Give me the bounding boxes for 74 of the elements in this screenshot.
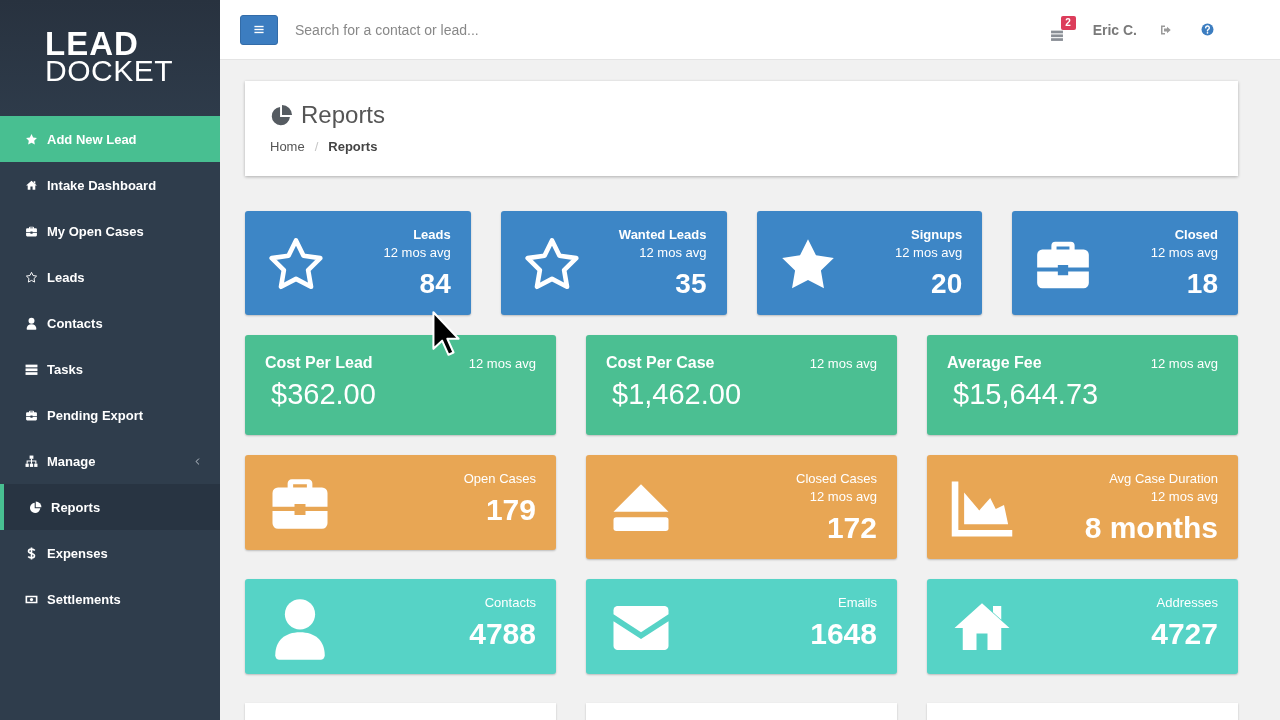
stat-value: $362.00 <box>271 377 376 412</box>
stat-value: 20 <box>931 267 963 301</box>
nav-item[interactable]: Expenses <box>0 530 220 576</box>
stat-title: Cost Per Lead <box>265 353 373 373</box>
user-menu-link[interactable]: Eric C. <box>1092 21 1137 38</box>
breadcrumb-link[interactable]: Home <box>270 139 305 154</box>
list-icon <box>25 362 38 376</box>
stat-value: 4727 <box>1151 616 1218 652</box>
logo-text: DOCKET <box>45 57 173 85</box>
breadcrumb-separator: / <box>313 139 320 154</box>
stat-title: Cost Per Case <box>606 353 715 373</box>
stat-note: 12 mos avg <box>383 244 451 262</box>
star-icon <box>25 132 38 146</box>
stat-value: $15,644.73 <box>953 377 1099 412</box>
stat-note: 12 mos avg <box>1150 244 1218 262</box>
sitemap-icon <box>25 454 38 468</box>
nav-item[interactable]: Leads <box>0 254 220 300</box>
pie-chart-icon <box>270 103 293 127</box>
stat-title: Average Fee <box>947 353 1042 373</box>
stat-note: 12 mos avg <box>809 355 877 373</box>
nav-item[interactable]: Manage <box>0 438 220 484</box>
sign-out-button[interactable] <box>1160 23 1172 36</box>
stat-title: Open Cases <box>463 470 536 488</box>
stat-note: 12 mos avg <box>639 244 707 262</box>
nav-item[interactable]: Intake Dashboard <box>0 162 220 208</box>
stat-title: Signups <box>910 226 963 244</box>
stat-value: 8 months <box>1084 510 1218 546</box>
stat-value: 35 <box>675 267 707 301</box>
help-button[interactable] <box>1201 23 1214 36</box>
user-icon <box>25 316 38 330</box>
search-field[interactable]: Search for a contact or lead... <box>295 14 715 45</box>
list-icon <box>1049 28 1064 42</box>
nav-item[interactable]: Settlements <box>0 576 220 622</box>
stat-title: Contacts <box>484 594 536 612</box>
menu-icon <box>253 24 265 35</box>
stat-value: $1,462.00 <box>612 377 741 412</box>
home-icon <box>25 178 38 192</box>
sign-out-icon <box>1160 23 1172 36</box>
stat-value: 1648 <box>810 616 877 652</box>
logo-text: LEAD <box>45 31 139 57</box>
stat-note: 12 mos avg <box>1150 355 1218 373</box>
stat-title: Addresses <box>1156 594 1218 612</box>
stat-note: 12 mos avg <box>1150 488 1218 506</box>
stat-title: Emails <box>838 594 877 612</box>
notification-badge: 2 <box>1060 15 1076 30</box>
nav-item[interactable]: Tasks <box>0 346 220 392</box>
stat-title: Closed Cases <box>796 470 877 488</box>
nav-item[interactable]: Pending Export <box>0 392 220 438</box>
star-outline-icon <box>25 270 38 284</box>
stat-value: 179 <box>485 492 536 528</box>
stat-title: Avg Case Duration <box>1109 470 1218 488</box>
nav-item[interactable]: Reports <box>0 484 220 530</box>
stat-note: 12 mos avg <box>809 488 877 506</box>
briefcase-icon <box>25 408 38 422</box>
briefcase-icon <box>25 224 38 238</box>
help-icon <box>1201 23 1214 36</box>
stat-title: Closed <box>1174 226 1218 244</box>
stat-note: 12 mos avg <box>468 355 536 373</box>
stat-value: 84 <box>419 267 451 301</box>
stat-value: 18 <box>1186 267 1218 301</box>
nav-item[interactable]: Contacts <box>0 300 220 346</box>
cursor-icon <box>431 310 461 358</box>
menu-button[interactable] <box>240 14 278 45</box>
page-title: Reports <box>301 100 386 130</box>
stat-note: 12 mos avg <box>895 244 963 262</box>
breadcrumb-current: Reports <box>328 139 378 154</box>
stat-title: Wanted Leads <box>618 226 707 244</box>
tasks-button[interactable]: 2 <box>1047 15 1076 44</box>
dollar-icon <box>25 546 38 560</box>
stat-value: 172 <box>826 510 877 546</box>
pie-chart-icon <box>29 500 42 514</box>
nav-item[interactable]: My Open Cases <box>0 208 220 254</box>
stat-value: 4788 <box>469 616 536 652</box>
stat-title: Leads <box>413 226 451 244</box>
